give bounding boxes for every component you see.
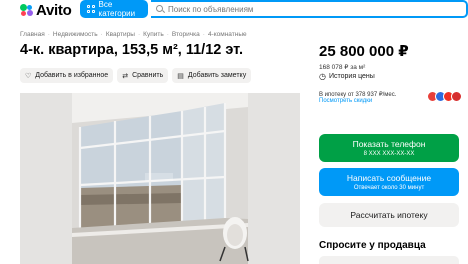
price-per-m2: 168 078 ₽ за м² bbox=[319, 64, 366, 71]
mortgage-info: В ипотеку от 378 937 ₽/мес. bbox=[319, 92, 397, 98]
search-icon bbox=[155, 4, 165, 14]
search-input[interactable] bbox=[168, 4, 368, 14]
breadcrumb-item-apartments[interactable]: Квартиры bbox=[106, 31, 135, 38]
note-icon: ▤ bbox=[177, 72, 184, 80]
listing-photo[interactable] bbox=[20, 93, 300, 264]
logo-text: Avito bbox=[36, 2, 72, 19]
breadcrumb-separator: · bbox=[166, 31, 169, 38]
avito-logo[interactable]: Avito bbox=[20, 2, 72, 19]
add-note-label: Добавить заметку bbox=[187, 72, 247, 79]
compare-label: Сравнить bbox=[132, 72, 164, 79]
compare-icon: ⇄ bbox=[122, 72, 129, 80]
breadcrumb-separator: · bbox=[47, 31, 50, 38]
apartment-photo-image bbox=[20, 93, 300, 264]
breadcrumb-item-home[interactable]: Главная bbox=[20, 31, 45, 38]
show-phone-button[interactable]: Показать телефон 8 XXX XXX-XX-XX bbox=[319, 134, 459, 162]
price-history-label: История цены bbox=[328, 73, 375, 80]
listing-actions: ♡ Добавить в избранное ⇄ Сравнить ▤ Доба… bbox=[20, 68, 252, 83]
breadcrumb-item-resale[interactable]: Вторичка bbox=[172, 31, 200, 38]
history-icon: ◷ bbox=[319, 72, 326, 81]
reply-time: Отвечает около 30 минут bbox=[353, 184, 425, 191]
price: 25 800 000 ₽ bbox=[319, 43, 409, 60]
all-categories-button[interactable]: Все категории bbox=[80, 0, 148, 18]
breadcrumb-item-4-rooms[interactable]: 4-комнатные bbox=[208, 31, 247, 38]
write-message-label: Написать сообщение bbox=[346, 172, 432, 183]
compare-button[interactable]: ⇄ Сравнить bbox=[117, 68, 169, 83]
write-message-button[interactable]: Написать сообщение Отвечает около 30 мин… bbox=[319, 168, 459, 196]
logo-dots-icon bbox=[20, 4, 34, 17]
price-history-link[interactable]: ◷ История цены bbox=[319, 72, 375, 81]
breadcrumb-item-realty[interactable]: Недвижимость bbox=[53, 31, 98, 38]
show-phone-label: Показать телефон bbox=[352, 138, 426, 149]
breadcrumb-separator: · bbox=[137, 31, 141, 38]
calculate-mortgage-label: Рассчитать ипотеку bbox=[350, 209, 428, 220]
grid-icon bbox=[87, 5, 95, 13]
calculate-mortgage-button[interactable]: Рассчитать ипотеку bbox=[319, 203, 459, 227]
all-categories-label: Все категории bbox=[98, 0, 136, 18]
add-to-favorites-button[interactable]: ♡ Добавить в избранное bbox=[20, 68, 114, 83]
view-discounts-link[interactable]: Посмотреть скидки bbox=[319, 98, 372, 104]
breadcrumb: Главная · Недвижимость · Квартиры · Купить ·… bbox=[20, 31, 247, 38]
ask-seller-heading: Спросите у продавца bbox=[319, 240, 426, 251]
bank-logos bbox=[427, 91, 462, 102]
breadcrumb-item-buy[interactable]: Купить bbox=[143, 31, 164, 38]
breadcrumb-separator: · bbox=[202, 31, 205, 38]
breadcrumb-separator: · bbox=[100, 31, 103, 38]
add-note-button[interactable]: ▤ Добавить заметку bbox=[172, 68, 252, 83]
search-box[interactable] bbox=[151, 0, 468, 18]
listing-title: 4-к. квартира, 153,5 м², 11/12 эт. bbox=[20, 42, 244, 58]
heart-icon: ♡ bbox=[25, 72, 32, 80]
add-to-favorites-label: Добавить в избранное bbox=[35, 72, 109, 79]
masked-phone: 8 XXX XXX-XX-XX bbox=[363, 150, 415, 157]
bank-logo-icon bbox=[451, 91, 462, 102]
ask-seller-input[interactable] bbox=[319, 256, 459, 264]
header: Avito Все категории bbox=[0, 0, 468, 22]
